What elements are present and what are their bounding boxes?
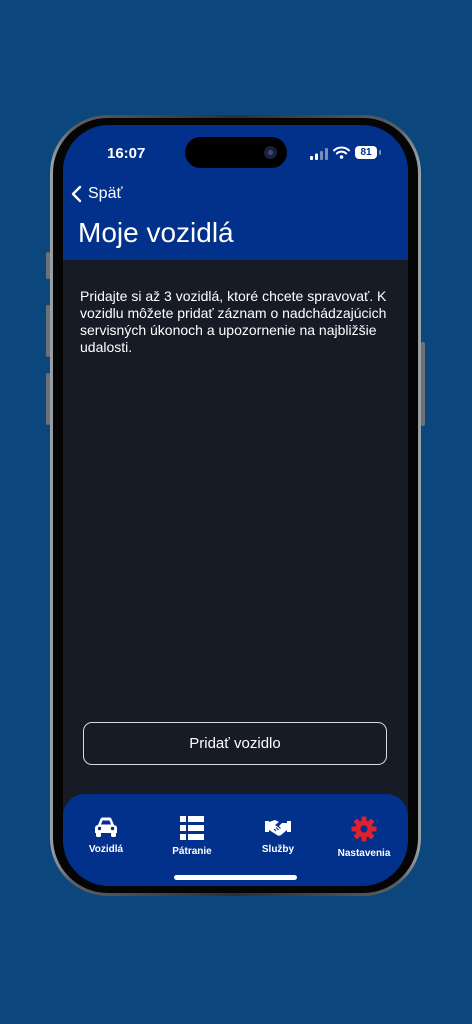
chevron-left-icon xyxy=(71,185,82,203)
tab-bar: Vozidlá Pátranie Služby Nastavenia xyxy=(63,794,408,886)
list-icon xyxy=(180,816,204,840)
battery-icon xyxy=(379,150,381,155)
volume-up-button xyxy=(46,305,50,357)
add-vehicle-button[interactable]: Pridať vozidlo xyxy=(83,722,387,765)
tab-nastavenia[interactable]: Nastavenia xyxy=(321,816,407,859)
volume-down-button xyxy=(46,373,50,425)
power-button xyxy=(421,342,425,426)
mute-switch xyxy=(46,252,50,279)
car-icon xyxy=(95,817,117,837)
dynamic-island xyxy=(185,137,287,168)
status-time: 16:07 xyxy=(107,145,146,162)
header: 16:07 81 Späť Moje vozidlá xyxy=(63,125,408,260)
tab-sluzby[interactable]: Služby xyxy=(235,816,321,855)
battery-level: 81 xyxy=(355,146,377,159)
tab-label: Nastavenia xyxy=(337,848,391,859)
back-label: Späť xyxy=(88,185,123,202)
tab-label: Vozidlá xyxy=(88,844,124,855)
page-title: Moje vozidlá xyxy=(78,217,234,248)
tab-label: Pátranie xyxy=(172,846,212,857)
tab-vozidla[interactable]: Vozidlá xyxy=(63,816,149,855)
home-indicator[interactable] xyxy=(174,875,297,880)
back-button[interactable]: Späť xyxy=(71,185,122,203)
tab-patranie[interactable]: Pátranie xyxy=(149,816,235,857)
phone-frame: 16:07 81 Späť Moje vozidlá Pridajte si a… xyxy=(46,115,425,896)
handshake-icon xyxy=(265,820,291,836)
camera-icon xyxy=(264,146,277,159)
intro-text: Pridajte si až 3 vozidlá, ktoré chcete s… xyxy=(80,288,387,355)
wifi-icon xyxy=(333,146,350,159)
signal-icon xyxy=(310,148,328,160)
tab-label: Služby xyxy=(261,844,295,855)
gear-icon xyxy=(351,816,377,842)
screen: 16:07 81 Späť Moje vozidlá Pridajte si a… xyxy=(63,125,408,886)
